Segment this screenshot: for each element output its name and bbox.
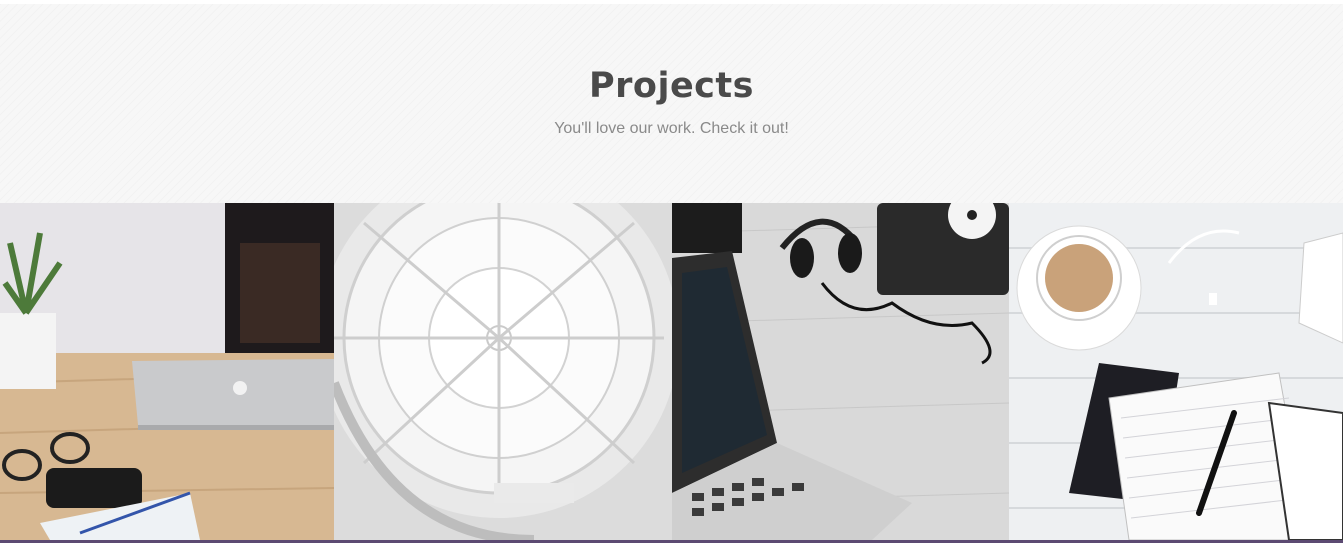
section-subtitle: You'll love our work. Check it out!: [554, 120, 789, 137]
projects-header: Projects You'll love our work. Check it …: [0, 4, 1343, 203]
project-tile-coffee[interactable]: [1009, 203, 1343, 540]
project-tile-music[interactable]: [672, 203, 1009, 540]
laptop-headphones-image: [672, 203, 1009, 540]
project-gallery: [0, 203, 1343, 540]
section-title: Projects: [588, 66, 754, 106]
project-tile-dome[interactable]: [334, 203, 672, 540]
dome-skylight-image: [334, 203, 672, 540]
project-tile-desk[interactable]: [0, 203, 334, 540]
desk-laptop-image: [0, 203, 334, 540]
coffee-notebook-image: [1009, 203, 1343, 540]
